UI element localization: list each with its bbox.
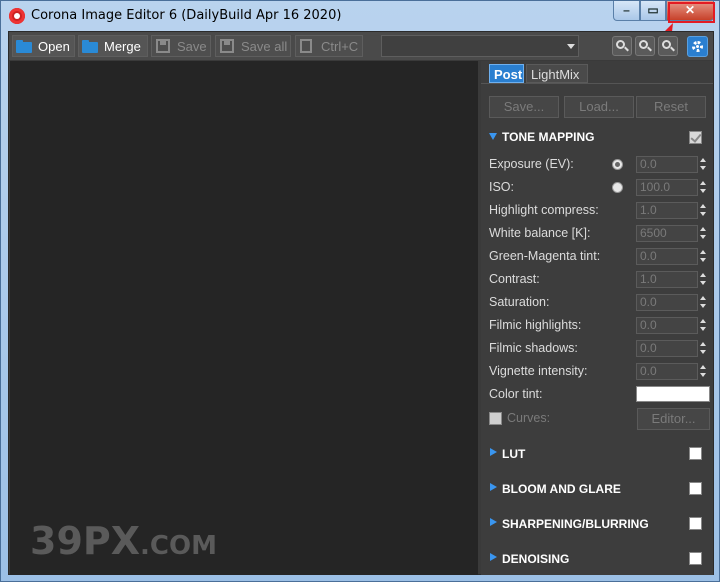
highlight-compress-spinner[interactable] [699, 202, 709, 219]
save-button[interactable]: Save [151, 35, 211, 57]
param-row-highlight-compress: Highlight compress: 1.0 [489, 200, 711, 220]
vignette-intensity-input[interactable]: 0.0 [636, 363, 698, 380]
collapsed-triangle-icon[interactable] [490, 448, 497, 456]
contrast-spinner[interactable] [699, 271, 709, 288]
param-row-contrast: Contrast: 1.0 [489, 269, 711, 289]
corona-app-icon[interactable] [9, 8, 25, 24]
zoom-in-button[interactable] [612, 36, 632, 56]
open-button[interactable]: Open [12, 35, 75, 57]
maximize-button[interactable]: ▭ [640, 1, 666, 21]
param-row-filmic-highlights: Filmic highlights: 0.0 [489, 315, 711, 335]
green-magenta-tint-spinner[interactable] [699, 248, 709, 265]
collapsed-triangle-icon[interactable] [490, 553, 497, 561]
param-row-green-magenta-tint: Green-Magenta tint: 0.0 [489, 246, 711, 266]
bloom-and-glare-checkbox[interactable] [689, 482, 702, 495]
client-area: Open Merge Save Save all Ctrl+C 39PX.COM… [8, 31, 714, 575]
zoom-fit-button[interactable] [658, 36, 678, 56]
param-row-curves: Curves: Editor... [489, 408, 711, 432]
reset-button[interactable]: Reset [636, 96, 706, 118]
denoising-checkbox[interactable] [689, 552, 702, 565]
settings-gear-icon[interactable] [687, 36, 708, 57]
folder-open-icon [15, 38, 33, 54]
white-balance-input[interactable]: 6500 [636, 225, 698, 242]
curves-editor-button[interactable]: Editor... [637, 408, 710, 430]
filmic-highlights-spinner[interactable] [699, 317, 709, 334]
param-row-filmic-shadows: Filmic shadows: 0.0 [489, 338, 711, 358]
load-preset-button[interactable]: Load... [564, 96, 634, 118]
section-bloom-and-glare[interactable]: BLOOM AND GLARE [489, 480, 711, 500]
param-row-vignette-intensity: Vignette intensity: 0.0 [489, 361, 711, 381]
main-toolbar: Open Merge Save Save all Ctrl+C [9, 32, 713, 60]
tone-mapping-checkbox[interactable] [689, 131, 702, 144]
app-window: Corona Image Editor 6 (DailyBuild Apr 16… [0, 0, 720, 582]
view-combo[interactable] [381, 35, 579, 57]
param-row-iso: ISO: 100.0 [489, 177, 711, 197]
exposure-input[interactable]: 0.0 [636, 156, 698, 173]
iso-spinner[interactable] [699, 179, 709, 196]
tab-divider [481, 83, 713, 84]
close-highlight-box [668, 2, 715, 23]
iso-radio[interactable] [612, 182, 623, 193]
chevron-down-icon[interactable] [567, 44, 575, 49]
sharpening-blurring-checkbox[interactable] [689, 517, 702, 530]
zoom-out-button[interactable] [635, 36, 655, 56]
filmic-highlights-input[interactable]: 0.0 [636, 317, 698, 334]
param-row-exposure: Exposure (EV): 0.0 [489, 154, 711, 174]
save-all-disk-icon [218, 38, 236, 54]
save-all-button[interactable]: Save all [215, 35, 291, 57]
filmic-shadows-spinner[interactable] [699, 340, 709, 357]
param-row-saturation: Saturation: 0.0 [489, 292, 711, 312]
lut-checkbox[interactable] [689, 447, 702, 460]
section-tone-mapping[interactable]: TONE MAPPING [489, 128, 711, 148]
param-row-color-tint: Color tint: [489, 384, 711, 404]
merge-button[interactable]: Merge [78, 35, 148, 57]
saturation-spinner[interactable] [699, 294, 709, 311]
post-panel: Post LightMix Save... Load... Reset TONE… [481, 61, 713, 575]
section-sharpening-blurring[interactable]: SHARPENING/BLURRING [489, 515, 711, 535]
save-disk-icon [154, 38, 172, 54]
save-preset-button[interactable]: Save... [489, 96, 559, 118]
param-row-white-balance: White balance [K]: 6500 [489, 223, 711, 243]
iso-input[interactable]: 100.0 [636, 179, 698, 196]
folder-merge-icon [81, 38, 99, 54]
vignette-intensity-spinner[interactable] [699, 363, 709, 380]
collapsed-triangle-icon[interactable] [490, 483, 497, 491]
tab-post[interactable]: Post [489, 64, 524, 83]
white-balance-spinner[interactable] [699, 225, 709, 242]
exposure-spinner[interactable] [699, 156, 709, 173]
title-bar[interactable]: Corona Image Editor 6 (DailyBuild Apr 16… [1, 1, 719, 128]
contrast-input[interactable]: 1.0 [636, 271, 698, 288]
window-title: Corona Image Editor 6 (DailyBuild Apr 16… [31, 8, 342, 23]
section-lut[interactable]: LUT [489, 445, 711, 465]
collapsed-triangle-icon[interactable] [490, 518, 497, 526]
minimize-button[interactable]: – [613, 1, 640, 21]
image-canvas[interactable]: 39PX.COM [10, 61, 478, 575]
section-denoising[interactable]: DENOISING [489, 550, 711, 570]
exposure-radio[interactable] [612, 159, 623, 170]
highlight-compress-input[interactable]: 1.0 [636, 202, 698, 219]
tab-lightmix[interactable]: LightMix [526, 64, 588, 83]
filmic-shadows-input[interactable]: 0.0 [636, 340, 698, 357]
copy-button[interactable]: Ctrl+C [295, 35, 363, 57]
watermark-logo: 39PX.COM [30, 519, 217, 563]
saturation-input[interactable]: 0.0 [636, 294, 698, 311]
copy-icon [298, 38, 316, 54]
green-magenta-tint-input[interactable]: 0.0 [636, 248, 698, 265]
expanded-triangle-icon[interactable] [489, 133, 497, 140]
curves-checkbox[interactable] [489, 412, 502, 425]
color-tint-swatch[interactable] [636, 386, 710, 402]
